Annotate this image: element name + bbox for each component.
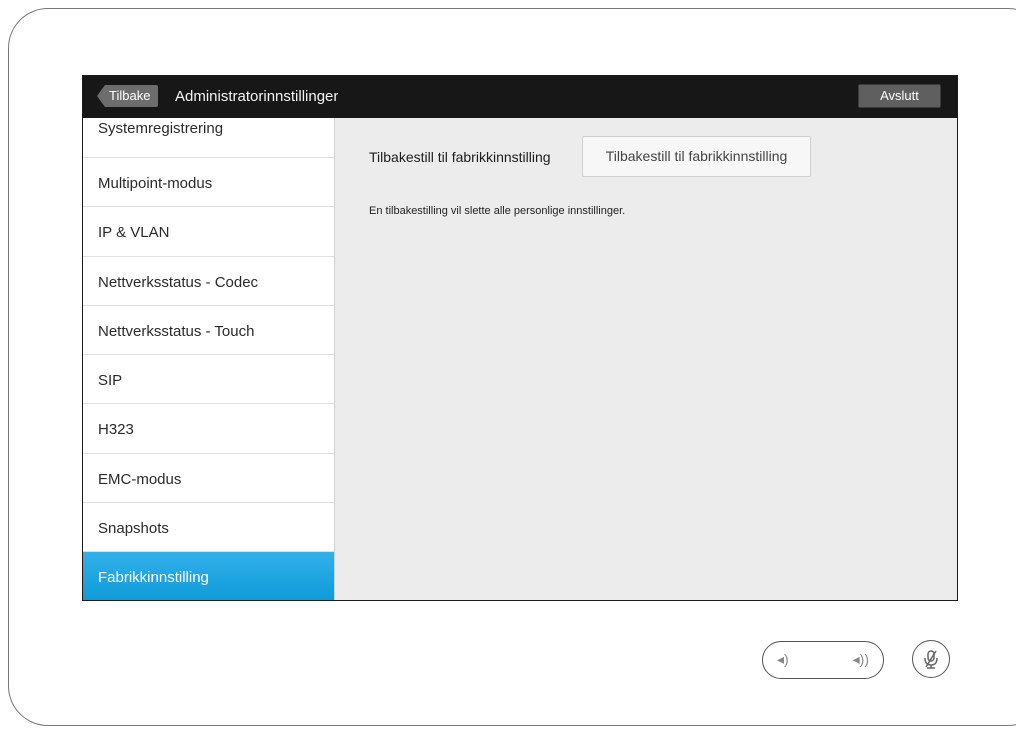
page-title: Administratorinnstillinger <box>175 88 339 105</box>
settings-sidebar: Systemregistrering Multipoint-modus IP &… <box>83 118 335 600</box>
exit-button[interactable]: Avslutt <box>858 84 941 108</box>
sidebar-item-factory-reset[interactable]: Fabrikkinnstilling <box>83 552 334 600</box>
sidebar-item-sip[interactable]: SIP <box>83 355 334 405</box>
sidebar-item-network-status-codec[interactable]: Nettverksstatus - Codec <box>83 257 334 306</box>
factory-reset-label: Tilbakestill til fabrikkinnstilling <box>369 149 551 165</box>
back-button[interactable]: Tilbake <box>97 85 159 107</box>
sidebar-item-h323[interactable]: H323 <box>83 404 334 454</box>
microphone-muted-icon <box>924 650 938 669</box>
sidebar-item-snapshots[interactable]: Snapshots <box>83 503 334 552</box>
sidebar-item-emc-modus[interactable]: EMC-modus <box>83 454 334 503</box>
factory-reset-button[interactable]: Tilbakestill til fabrikkinnstilling <box>582 136 811 177</box>
sidebar-item-multipoint-modus[interactable]: Multipoint-modus <box>83 158 334 208</box>
volume-high-icon[interactable]: ◂)) <box>853 649 869 669</box>
settings-content: Tilbakestill til fabrikkinnstilling Tilb… <box>335 118 957 600</box>
microphone-mute-button[interactable] <box>912 640 950 678</box>
sidebar-item-network-status-touch[interactable]: Nettverksstatus - Touch <box>83 306 334 355</box>
volume-low-icon[interactable]: ◂) <box>777 649 789 669</box>
sidebar-item-ip-vlan[interactable]: IP & VLAN <box>83 207 334 257</box>
settings-window: Tilbake Administratorinnstillinger Avslu… <box>82 75 958 601</box>
volume-control[interactable]: ◂) ◂)) <box>762 641 884 679</box>
sidebar-item-systemregistrering[interactable]: Systemregistrering <box>83 118 334 158</box>
titlebar: Tilbake Administratorinnstillinger Avslu… <box>83 76 957 118</box>
factory-reset-info: En tilbakestilling vil slette alle perso… <box>369 205 626 217</box>
